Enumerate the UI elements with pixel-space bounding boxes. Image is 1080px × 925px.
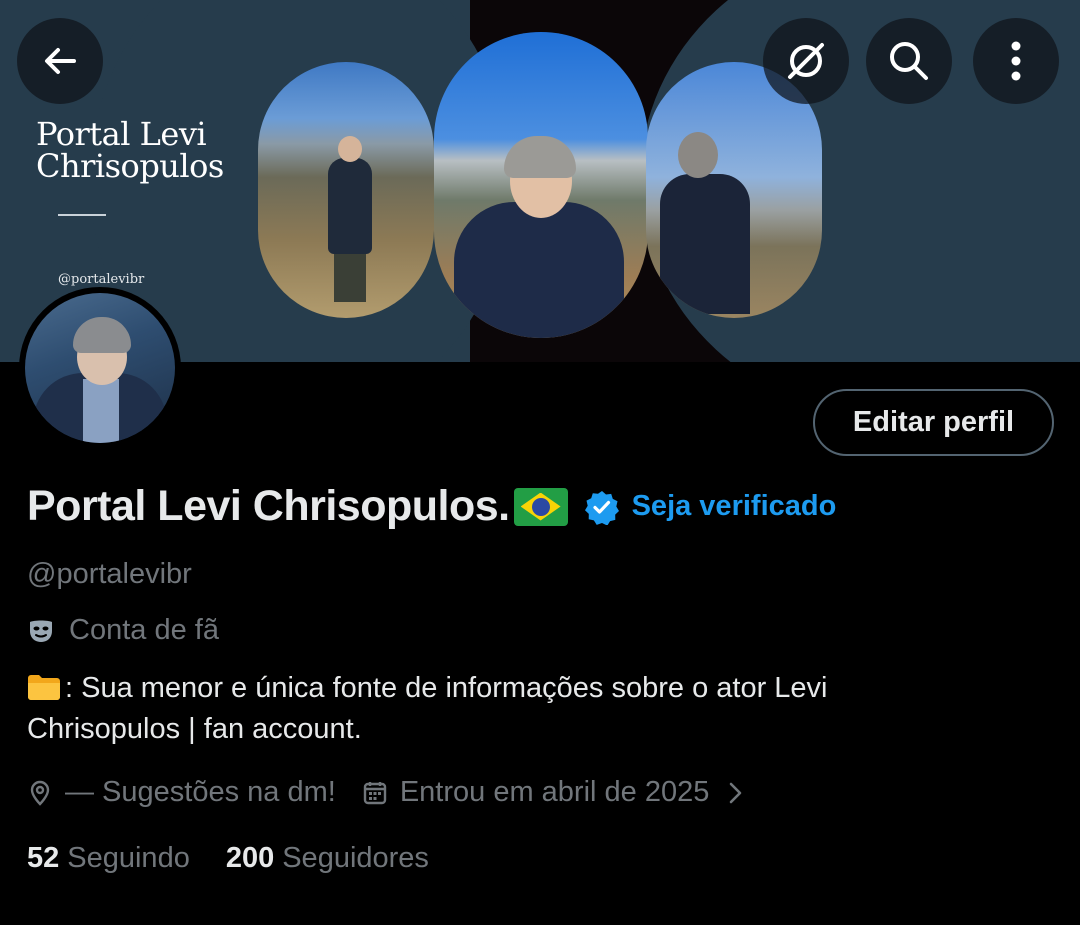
search-button[interactable] [866,18,952,104]
location-pin-icon [27,780,53,806]
following-link[interactable]: 52 Seguindo [27,842,190,875]
banner-title-line1: Portal Levi [36,115,207,153]
location-text: — Sugestões na dm! [65,776,336,808]
profile-bio: : Sua menor e única fonte de informações… [27,668,1047,750]
category-label: Conta de fã [69,614,219,646]
theater-mask-icon [27,617,55,645]
photo-figure [678,132,718,178]
edit-profile-button[interactable]: Editar perfil [813,389,1054,456]
avatar-figure [83,379,119,443]
avatar-image [25,293,175,443]
search-icon [890,42,928,80]
chevron-right-icon[interactable] [727,780,743,806]
followers-count: 200 [225,842,275,874]
photo-figure [338,136,362,162]
display-name: Portal Levi Chrisopulos. [27,482,510,530]
name-row: Portal Levi Chrisopulos. Seja verificado [27,482,836,531]
photo-figure [660,174,750,314]
avatar[interactable] [19,287,181,449]
photo-figure [504,136,576,178]
photo-figure [454,202,624,338]
bio-line-2: Chrisopulos | fan account. [27,713,362,745]
back-button[interactable] [17,18,103,104]
bio-line-1: : Sua menor e única fonte de informações… [65,672,828,704]
calendar-icon [362,780,388,806]
get-verified-link[interactable]: Seja verificado [632,490,837,523]
arrow-left-icon [45,48,76,74]
profile-category: Conta de fã [27,614,219,647]
banner-photo-2 [434,32,648,338]
followers-label: Seguidores [282,842,429,874]
grok-button[interactable] [763,18,849,104]
folder-icon [27,671,61,700]
following-label: Seguindo [67,842,190,874]
following-count: 52 [27,842,60,874]
photo-figure [328,158,372,254]
banner-title-line2: Chrisopulos [36,147,224,185]
more-vertical-icon [1011,41,1021,81]
banner-handle: @portalevibr [58,272,145,287]
brazil-flag-icon [513,487,568,526]
verified-badge-icon[interactable] [584,489,620,525]
grok-icon [788,43,824,79]
followers-link[interactable]: 200 Seguidores [226,842,429,875]
follow-stats: 52 Seguindo 200 Seguidores [27,842,429,875]
joined-date: Entrou em abril de 2025 [399,776,710,808]
banner-title: Portal Levi Chrisopulos [36,118,224,182]
avatar-figure [73,317,131,353]
profile-meta: — Sugestões na dm! Entrou em abril de 20… [27,776,743,809]
more-button[interactable] [973,18,1059,104]
banner-photo-1 [258,62,434,318]
profile-handle: @portalevibr [27,558,192,590]
banner-divider [58,214,106,216]
